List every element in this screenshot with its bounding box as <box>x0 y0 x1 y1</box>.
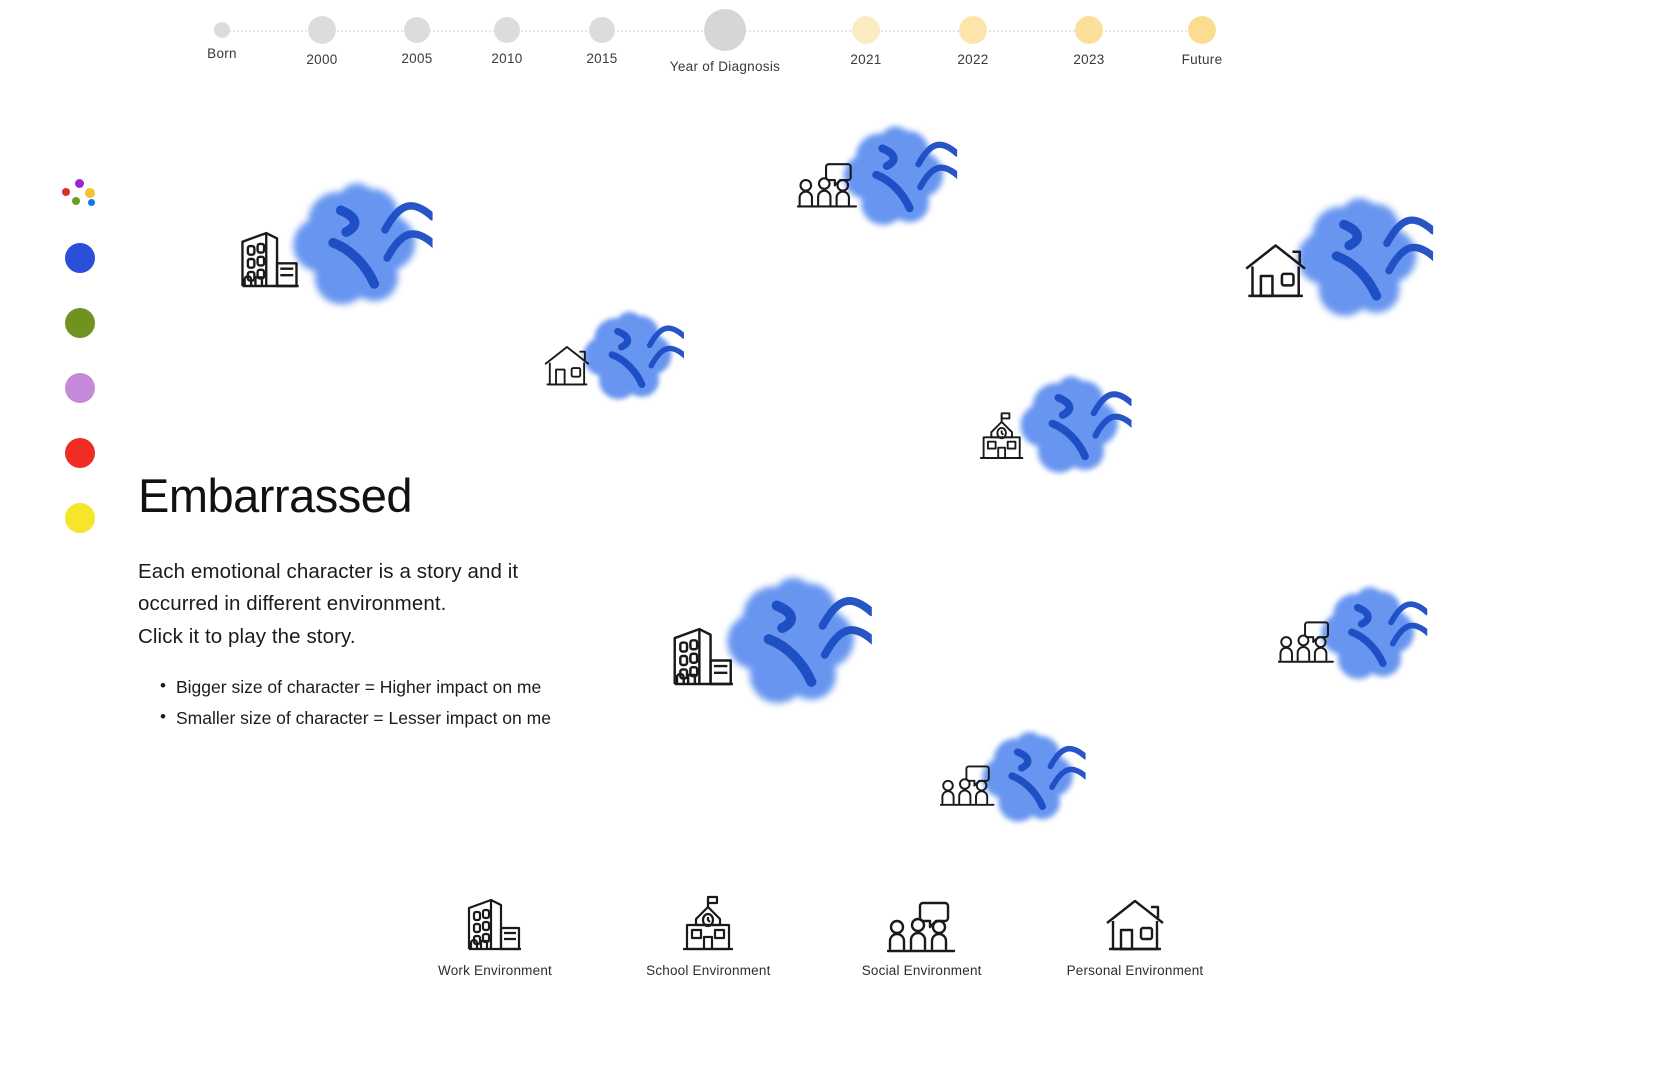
size-note: Bigger size of character = Higher impact… <box>160 673 558 701</box>
office-building-icon <box>236 228 305 296</box>
color-dot-emotion-yellow <box>65 502 95 533</box>
school-building-icon <box>975 412 1028 466</box>
character-work-2[interactable] <box>668 572 878 723</box>
house-icon <box>1242 241 1309 305</box>
timeline: Born 2000 2005 2010 2015 Year of Diagnosis 202… <box>0 0 1676 90</box>
rail-item-all-emotions[interactable] <box>54 160 106 225</box>
character-social-3[interactable] <box>939 728 1090 836</box>
timeline-label: Future <box>1181 52 1223 67</box>
emotion-cloud-glyph <box>1011 372 1137 486</box>
color-dot-emotion-purple <box>65 372 95 403</box>
timeline-dot <box>852 16 880 44</box>
color-dot-emotion-blue <box>65 242 95 273</box>
character-school-1[interactable] <box>975 372 1137 488</box>
legend-label: Personal Environment <box>1066 963 1204 978</box>
timeline-node-future[interactable]: Future <box>1122 0 1282 67</box>
timeline-dot <box>704 9 746 51</box>
people-speech-icon <box>827 885 1017 953</box>
size-legend-notes: Bigger size of character = Higher impact… <box>138 673 558 732</box>
character-work-1[interactable] <box>236 178 439 324</box>
legend-item-work[interactable]: Work Environment <box>400 885 590 978</box>
house-icon <box>542 344 592 392</box>
people-speech-icon <box>1277 621 1335 668</box>
timeline-dot <box>589 17 615 43</box>
rail-item-emotion-red[interactable] <box>54 420 106 485</box>
character-personal-2[interactable] <box>542 308 689 413</box>
timeline-dot <box>1188 16 1216 44</box>
legend-item-social[interactable]: Social Environment <box>827 885 1017 978</box>
timeline-dot <box>214 22 230 38</box>
timeline-dot <box>1075 16 1103 44</box>
character-social-1[interactable] <box>796 122 963 241</box>
rail-item-emotion-blue[interactable] <box>54 225 106 290</box>
size-note: Smaller size of character = Lesser impac… <box>160 704 558 732</box>
cluster-dot <box>75 178 84 188</box>
info-panel: Embarrassed Each emotional character is … <box>138 470 558 736</box>
legend-label: Social Environment <box>861 963 982 978</box>
info-description: Each emotional character is a story and … <box>138 559 519 649</box>
rail-item-emotion-yellow[interactable] <box>54 485 106 550</box>
multicolor-cluster-icon <box>60 176 100 210</box>
timeline-label: Year of Diagnosis <box>669 59 781 74</box>
legend-item-personal[interactable]: Personal Environment <box>1040 885 1230 978</box>
school-building-icon <box>613 885 803 953</box>
rail-item-emotion-green[interactable] <box>54 290 106 355</box>
house-icon <box>1040 885 1230 953</box>
character-personal-1[interactable] <box>1242 193 1439 335</box>
legend-label: Work Environment <box>438 963 552 978</box>
timeline-dot <box>959 16 987 44</box>
color-dot-emotion-green <box>65 307 95 338</box>
legend-item-school[interactable]: School Environment <box>613 885 803 978</box>
people-speech-icon <box>939 765 996 811</box>
cluster-dot <box>85 187 95 198</box>
legend-label: School Environment <box>646 963 771 978</box>
rail-item-emotion-purple[interactable] <box>54 355 106 420</box>
color-dot-emotion-red <box>65 437 95 468</box>
cluster-dot <box>62 187 70 196</box>
timeline-node-year-of-diagnosis[interactable]: Year of Diagnosis <box>645 0 805 74</box>
cluster-dot <box>72 196 80 205</box>
timeline-dot <box>308 16 336 44</box>
people-speech-icon <box>796 162 859 212</box>
cluster-dot <box>88 198 95 206</box>
office-building-icon <box>400 885 590 953</box>
page-title: Embarrassed <box>138 469 413 522</box>
timeline-dot <box>494 17 520 43</box>
emotion-filter-rail <box>54 160 106 550</box>
environment-legend: Work Environment School Environment Soci… <box>400 885 1230 978</box>
office-building-icon <box>668 624 740 695</box>
character-social-2[interactable] <box>1277 583 1432 694</box>
